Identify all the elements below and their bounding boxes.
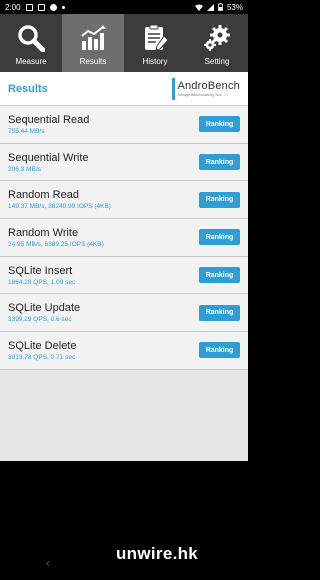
result-value: 24.95 MB/s, 6389.25 IOPS (4KB)	[8, 240, 104, 248]
gears-icon	[204, 25, 230, 51]
tab-setting[interactable]: Setting	[186, 14, 248, 72]
result-value: 3399.29 QPS, 0.6 sec	[8, 316, 72, 324]
tab-results[interactable]: Results	[62, 14, 124, 72]
tab-label: Measure	[15, 57, 47, 66]
result-row: Random Read 149.37 MB/s, 38240.99 IOPS (…	[0, 181, 248, 220]
result-value: 149.37 MB/s, 38240.99 IOPS (4KB)	[8, 203, 111, 211]
settings-icon	[49, 3, 57, 11]
result-name: SQLite Delete	[8, 339, 77, 352]
results-header: Results AndroBench Storage Benchmarking …	[0, 72, 248, 106]
logo-bar	[172, 77, 176, 100]
result-value: 206.3 MB/s	[8, 165, 41, 173]
wifi-icon	[194, 4, 203, 11]
result-row: Random Write 24.95 MB/s, 6389.25 IOPS (4…	[0, 219, 248, 257]
notification-icon	[37, 3, 45, 11]
result-name: Sequential Read	[8, 113, 90, 126]
tab-label: History	[142, 57, 168, 66]
tab-label: Results	[79, 57, 107, 66]
back-nav-icon[interactable]: ‹	[46, 556, 50, 570]
tab-bar: Measure Results History Setting	[0, 14, 248, 72]
logo-name: AndroBench	[177, 80, 240, 92]
ranking-button[interactable]: Ranking	[199, 267, 240, 284]
chart-icon	[81, 25, 106, 50]
status-bar: 2:00 53%	[0, 0, 248, 14]
clipboard-icon	[145, 24, 169, 51]
results-panel: Results AndroBench Storage Benchmarking …	[0, 72, 248, 461]
watermark: unwire.hk	[116, 544, 199, 563]
result-value: 755.44 MB/s	[8, 127, 45, 135]
result-name: SQLite Update	[8, 302, 81, 315]
result-value: 3013.78 QPS, 0.71 sec	[8, 353, 76, 361]
tab-history[interactable]: History	[124, 14, 186, 72]
ranking-button[interactable]: Ranking	[199, 342, 240, 359]
result-name: Sequential Write	[8, 151, 89, 164]
result-row: SQLite Update 3399.29 QPS, 0.6 sec Ranki…	[0, 294, 248, 333]
results-title: Results	[8, 82, 48, 95]
result-name: Random Read	[8, 189, 79, 202]
battery-icon	[218, 3, 223, 11]
result-row: SQLite Delete 3013.78 QPS, 0.71 sec Rank…	[0, 332, 248, 370]
ranking-button[interactable]: Ranking	[199, 304, 240, 321]
androbench-logo: AndroBench Storage Benchmarking Tool	[172, 77, 240, 100]
result-row: SQLite Insert 1864.28 QPS, 1.09 sec Rank…	[0, 256, 248, 295]
tab-measure[interactable]: Measure	[0, 14, 62, 72]
battery-level: 53%	[226, 2, 243, 12]
result-name: Random Write	[8, 226, 79, 239]
result-value: 1864.28 QPS, 1.09 sec	[8, 278, 76, 286]
ranking-button[interactable]: Ranking	[199, 229, 240, 246]
result-row: Sequential Write 206.3 MB/s Ranking	[0, 143, 248, 182]
logo-subtitle: Storage Benchmarking Tool	[177, 93, 222, 97]
ranking-button[interactable]: Ranking	[199, 154, 240, 171]
ranking-button[interactable]: Ranking	[199, 116, 240, 133]
result-row: Sequential Read 755.44 MB/s Ranking	[0, 106, 248, 144]
search-icon	[18, 25, 45, 52]
tab-label: Setting	[204, 57, 230, 66]
status-time: 2:00	[5, 2, 21, 12]
result-name: SQLite Insert	[8, 264, 73, 277]
dot-icon	[61, 5, 65, 9]
ranking-button[interactable]: Ranking	[199, 191, 240, 208]
signal-icon	[206, 3, 214, 11]
notification-icon	[25, 3, 33, 11]
